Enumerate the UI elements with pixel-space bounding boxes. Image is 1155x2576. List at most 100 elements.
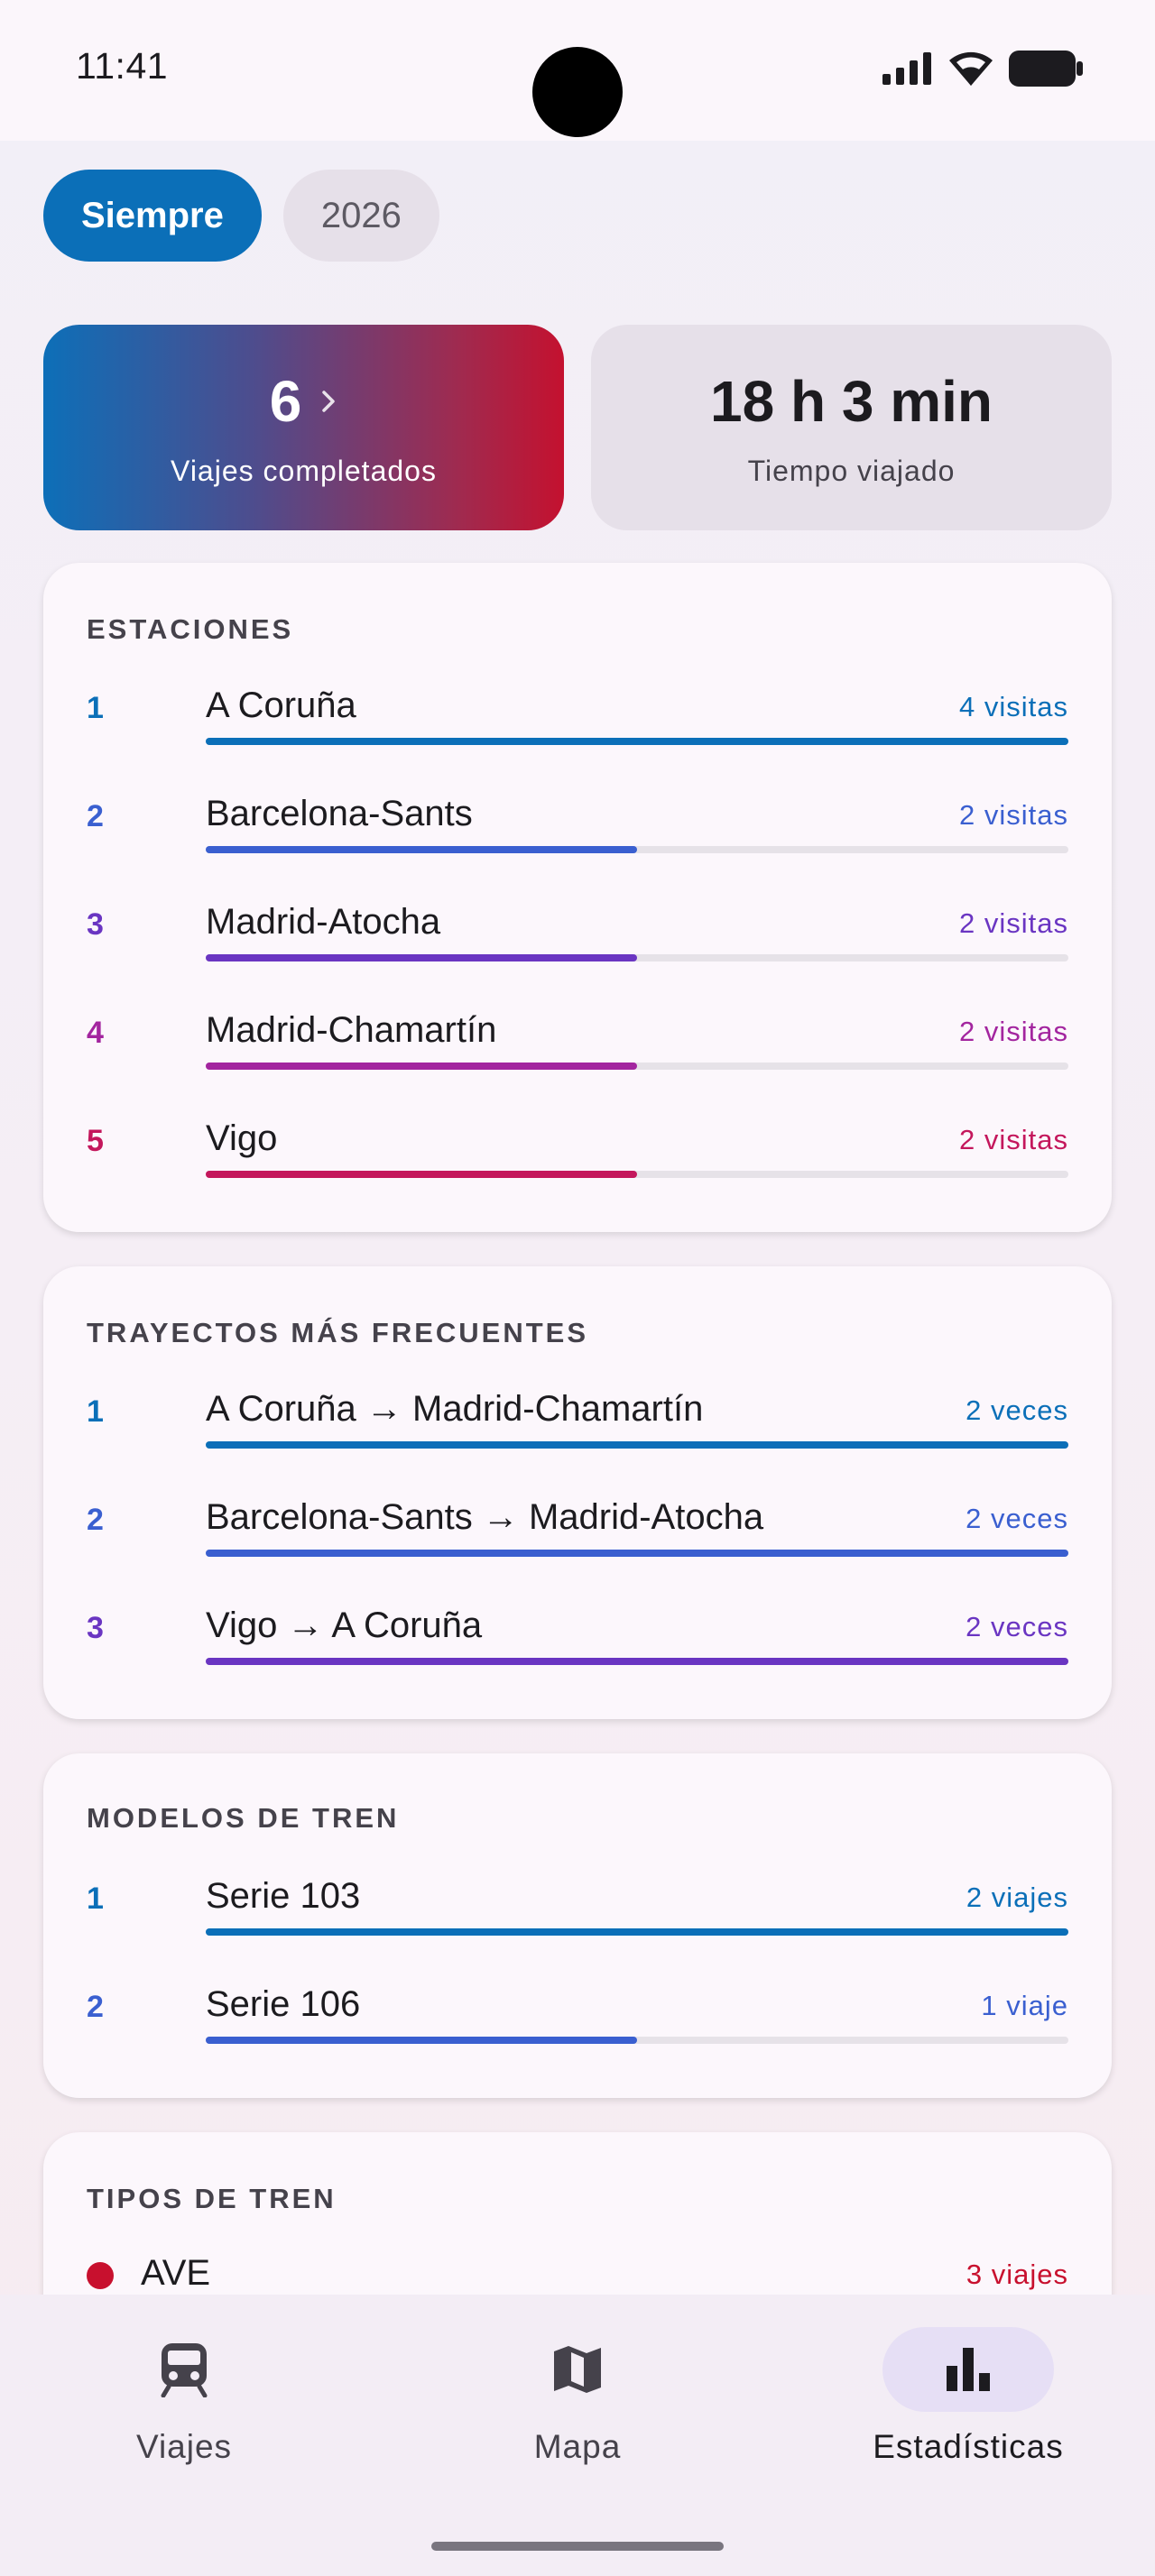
- status-icons: [882, 51, 1083, 87]
- battery-icon: [1009, 51, 1083, 87]
- stations-title: ESTACIONES: [87, 613, 294, 645]
- row-rank: 3: [87, 907, 104, 942]
- wifi-icon: [949, 51, 993, 86]
- progress-fill: [206, 1658, 1068, 1665]
- row-count: 4 visitas: [959, 691, 1068, 722]
- row-label: Barcelona-Sants: [206, 794, 473, 833]
- time-label: Tiempo viajado: [747, 454, 956, 487]
- progress-fill: [206, 1171, 637, 1178]
- nav-icon-container: [492, 2327, 663, 2412]
- models-card: MODELOS DE TREN 1 Serie 103 2 viajes 2 Serie…: [43, 1753, 1112, 2098]
- nav-icon-container: [98, 2327, 270, 2412]
- routes-row: 2 Barcelona-Sants → Madrid-Atocha 2 veces: [87, 1497, 1068, 1593]
- row-label: A Coruña: [206, 685, 356, 725]
- row-label: Barcelona-Sants → Madrid-Atocha: [206, 1497, 764, 1537]
- progress-fill: [206, 1928, 1068, 1936]
- trips-value: 6: [269, 368, 302, 434]
- trips-value-row: 6: [270, 368, 338, 435]
- progress-track: [206, 2037, 1068, 2044]
- models-row: 2 Serie 106 1 viaje: [87, 1984, 1068, 2080]
- stations-row: 2 Barcelona-Sants 2 visitas: [87, 794, 1068, 889]
- trips-label: Viajes completados: [171, 454, 437, 487]
- models-title: MODELOS DE TREN: [87, 1802, 400, 1834]
- camera-cutout: [532, 47, 623, 137]
- stations-card: ESTACIONES 1 A Coruña 4 visitas 2 Barcelona-…: [43, 563, 1112, 1232]
- bar-chart-icon: [947, 2348, 990, 2391]
- routes-title: TRAYECTOS MÁS FRECUENTES: [87, 1317, 589, 1348]
- models-row: 1 Serie 103 2 viajes: [87, 1876, 1068, 1972]
- progress-fill: [206, 738, 1068, 745]
- progress-fill: [206, 2037, 637, 2044]
- routes-card: TRAYECTOS MÁS FRECUENTES 1 A Coruña → Mad…: [43, 1266, 1112, 1719]
- progress-fill: [206, 954, 637, 961]
- row-label: Madrid-Atocha: [206, 902, 441, 942]
- row-count: 1 viaje: [981, 1990, 1068, 2021]
- nav-label-estadisticas: Estadísticas: [873, 2428, 1064, 2465]
- nav-icon-container-active: [882, 2327, 1054, 2412]
- filter-chips: Siempre 2026: [43, 170, 439, 262]
- progress-fill: [206, 1550, 1068, 1557]
- stations-row: 5 Vigo 2 visitas: [87, 1118, 1068, 1214]
- status-bar: 11:41: [0, 0, 1155, 141]
- row-label: Vigo → A Coruña: [206, 1605, 483, 1645]
- progress-track: [206, 1441, 1068, 1449]
- row-rank: 1: [87, 1394, 104, 1429]
- progress-track: [206, 1550, 1068, 1557]
- filter-chip-all[interactable]: Siempre: [43, 170, 262, 262]
- row-count: 2 veces: [966, 1503, 1068, 1534]
- row-rank: 2: [87, 1990, 104, 2024]
- nav-item-estadisticas[interactable]: Estadísticas: [833, 2327, 1104, 2466]
- row-count: 2 visitas: [959, 907, 1068, 939]
- progress-track: [206, 1171, 1068, 1178]
- row-label: Madrid-Chamartín: [206, 1010, 497, 1050]
- nav-label-viajes: Viajes: [135, 2428, 233, 2465]
- row-count: 3 viajes: [966, 2259, 1068, 2290]
- row-rank: 4: [87, 1016, 104, 1050]
- row-count: 2 viajes: [966, 1881, 1068, 1913]
- train-icon: [161, 2343, 208, 2397]
- progress-track: [206, 846, 1068, 853]
- row-count: 2 visitas: [959, 799, 1068, 831]
- routes-row: 3 Vigo → A Coruña 2 veces: [87, 1605, 1068, 1701]
- row-count: 2 visitas: [959, 1016, 1068, 1047]
- progress-track: [206, 1063, 1068, 1070]
- filter-chip-year[interactable]: 2026: [282, 170, 439, 262]
- stations-row: 3 Madrid-Atocha 2 visitas: [87, 902, 1068, 998]
- row-rank: 1: [87, 691, 104, 725]
- type-dot-icon: [87, 2262, 114, 2289]
- row-rank: 5: [87, 1124, 104, 1158]
- status-time: 11:41: [76, 45, 169, 87]
- row-rank: 1: [87, 1881, 104, 1916]
- row-count: 2 veces: [966, 1394, 1068, 1426]
- routes-row: 1 A Coruña → Madrid-Chamartín 2 veces: [87, 1389, 1068, 1485]
- progress-fill: [206, 1063, 637, 1070]
- time-travelled-card: 18 h 3 min Tiempo viajado: [591, 325, 1112, 530]
- row-label: AVE: [141, 2253, 211, 2293]
- row-count: 2 visitas: [959, 1124, 1068, 1155]
- chevron-right-icon: [322, 390, 336, 412]
- signal-icon: [882, 52, 931, 85]
- map-icon: [554, 2346, 601, 2393]
- row-count: 2 veces: [966, 1611, 1068, 1642]
- progress-track: [206, 1928, 1068, 1936]
- row-rank: 2: [87, 799, 104, 833]
- row-label: Vigo: [206, 1118, 278, 1158]
- progress-fill: [206, 1441, 1068, 1449]
- progress-track: [206, 954, 1068, 961]
- stations-row: 4 Madrid-Chamartín 2 visitas: [87, 1010, 1068, 1106]
- progress-track: [206, 738, 1068, 745]
- nav-label-mapa: Mapa: [533, 2428, 622, 2465]
- summary-cards: 6 Viajes completados 18 h 3 min Tiempo v…: [43, 325, 1112, 530]
- progress-fill: [206, 846, 637, 853]
- row-label: Serie 103: [206, 1876, 361, 1916]
- nav-item-viajes[interactable]: Viajes: [49, 2327, 319, 2466]
- home-indicator-bar[interactable]: [431, 2542, 724, 2551]
- bottom-navigation: Viajes Mapa Estadísticas: [0, 2295, 1155, 2576]
- row-label: Serie 106: [206, 1984, 361, 2024]
- row-label: A Coruña → Madrid-Chamartín: [206, 1389, 704, 1429]
- nav-item-mapa[interactable]: Mapa: [442, 2327, 713, 2466]
- types-title: TIPOS DE TREN: [87, 2183, 337, 2214]
- trips-completed-card[interactable]: 6 Viajes completados: [43, 325, 564, 530]
- progress-track: [206, 1658, 1068, 1665]
- row-rank: 2: [87, 1503, 104, 1537]
